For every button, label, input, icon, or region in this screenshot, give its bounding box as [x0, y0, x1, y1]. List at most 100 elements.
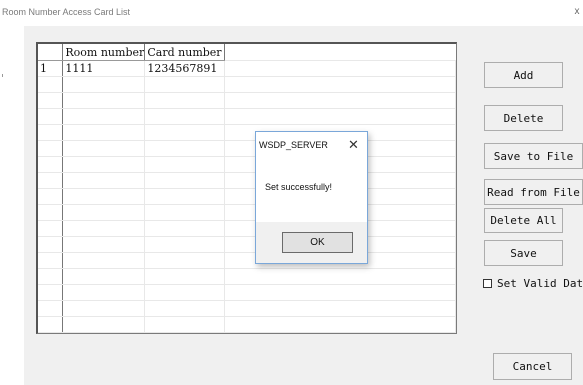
- empty-row: [38, 236, 456, 253]
- card-number-cell: [144, 316, 226, 333]
- room-number-cell: [62, 108, 146, 125]
- card-number-cell: [144, 236, 226, 253]
- row-index-cell: [38, 284, 64, 301]
- dialog-title: WSDP_SERVER: [259, 140, 328, 150]
- row-index-cell: [38, 108, 64, 125]
- empty-cell: [224, 332, 456, 333]
- empty-row: [38, 108, 456, 125]
- room-number-cell: [62, 140, 146, 157]
- empty-cell: [224, 76, 456, 93]
- room-number-cell: [62, 92, 146, 109]
- set-valid-date-label: Set Valid Dat: [497, 277, 583, 290]
- room-number-cell: [62, 332, 146, 333]
- message-dialog: WSDP_SERVER ✕ Set successfully! OK: [255, 131, 368, 264]
- dialog-title-bar: WSDP_SERVER ✕: [256, 132, 367, 158]
- dialog-close-icon[interactable]: ✕: [348, 137, 359, 153]
- delete-all-button[interactable]: Delete All: [484, 208, 563, 233]
- card-number-cell: [144, 204, 226, 221]
- table-row[interactable]: 1 1111 1234567891: [38, 60, 456, 77]
- empty-row: [38, 172, 456, 189]
- header-row: Room number Card number: [38, 44, 456, 61]
- edge-mark: [2, 74, 3, 77]
- read-from-file-button[interactable]: Read from File: [484, 179, 583, 205]
- row-index-cell: [38, 204, 64, 221]
- row-index-cell: [38, 220, 64, 237]
- delete-button[interactable]: Delete: [484, 105, 563, 131]
- empty-row: [38, 76, 456, 93]
- empty-row: [38, 316, 456, 333]
- room-number-cell: [62, 76, 146, 93]
- dialog-ok-button[interactable]: OK: [282, 232, 353, 253]
- main-window: Room Number Access Card List x Room numb…: [0, 0, 583, 385]
- empty-row: [38, 188, 456, 205]
- card-number-cell: [144, 172, 226, 189]
- card-number-cell: [144, 156, 226, 173]
- card-number-cell: [144, 300, 226, 317]
- room-number-cell: [62, 188, 146, 205]
- room-number-cell: [62, 172, 146, 189]
- empty-row: [38, 268, 456, 285]
- row-index-cell: [38, 140, 64, 157]
- empty-row: [38, 204, 456, 221]
- empty-row: [38, 92, 456, 109]
- empty-row: [38, 220, 456, 237]
- card-list-table: Room number Card number 1 1111 1234567891: [38, 44, 456, 333]
- row-index-cell: [38, 268, 64, 285]
- card-number-cell: [144, 284, 226, 301]
- empty-row: [38, 332, 456, 333]
- room-number-cell: [62, 156, 146, 173]
- card-number-cell: [144, 124, 226, 141]
- empty-cell: [224, 284, 456, 301]
- room-number-cell: [62, 252, 146, 269]
- save-button[interactable]: Save: [484, 240, 563, 266]
- card-number-cell: 1234567891: [144, 60, 226, 77]
- add-button[interactable]: Add: [484, 62, 563, 88]
- room-number-cell: [62, 204, 146, 221]
- room-number-cell: [62, 220, 146, 237]
- empty-row: [38, 156, 456, 173]
- set-valid-date-checkbox[interactable]: [483, 279, 492, 288]
- card-number-cell: [144, 108, 226, 125]
- column-header-card-number[interactable]: Card number: [144, 44, 226, 61]
- window-title: Room Number Access Card List: [2, 7, 131, 17]
- row-index-cell: [38, 188, 64, 205]
- row-index-cell: [38, 92, 64, 109]
- set-valid-date-row[interactable]: Set Valid Dat: [483, 277, 583, 290]
- card-number-cell: [144, 92, 226, 109]
- empty-cell: [224, 60, 456, 77]
- empty-row: [38, 284, 456, 301]
- left-edge-panel: [0, 26, 24, 385]
- row-index-cell: [38, 76, 64, 93]
- row-index-cell: [38, 300, 64, 317]
- empty-cell: [224, 268, 456, 285]
- corner-cell: [38, 44, 64, 61]
- cancel-button[interactable]: Cancel: [493, 353, 572, 380]
- column-header-room-number[interactable]: Room number: [62, 44, 146, 61]
- dialog-body: Set successfully!: [256, 158, 367, 222]
- card-number-cell: [144, 268, 226, 285]
- row-index-cell: [38, 172, 64, 189]
- save-to-file-button[interactable]: Save to File: [484, 143, 583, 169]
- room-number-cell: [62, 316, 146, 333]
- room-number-cell: [62, 284, 146, 301]
- row-index-cell: [38, 156, 64, 173]
- room-number-cell: [62, 300, 146, 317]
- row-index-cell: [38, 124, 64, 141]
- empty-header: [224, 44, 456, 61]
- title-bar: Room Number Access Card List x: [0, 0, 583, 26]
- empty-row: [38, 124, 456, 141]
- empty-row: [38, 252, 456, 269]
- empty-cell: [224, 316, 456, 333]
- card-number-cell: [144, 252, 226, 269]
- row-index-cell: [38, 316, 64, 333]
- row-index-cell: [38, 252, 64, 269]
- room-number-cell: [62, 124, 146, 141]
- card-number-cell: [144, 332, 226, 333]
- card-list-grid[interactable]: Room number Card number 1 1111 1234567891: [36, 42, 457, 334]
- empty-cell: [224, 108, 456, 125]
- empty-row: [38, 300, 456, 317]
- card-number-cell: [144, 188, 226, 205]
- window-close-icon[interactable]: x: [571, 6, 583, 17]
- empty-cell: [224, 300, 456, 317]
- empty-row: [38, 140, 456, 157]
